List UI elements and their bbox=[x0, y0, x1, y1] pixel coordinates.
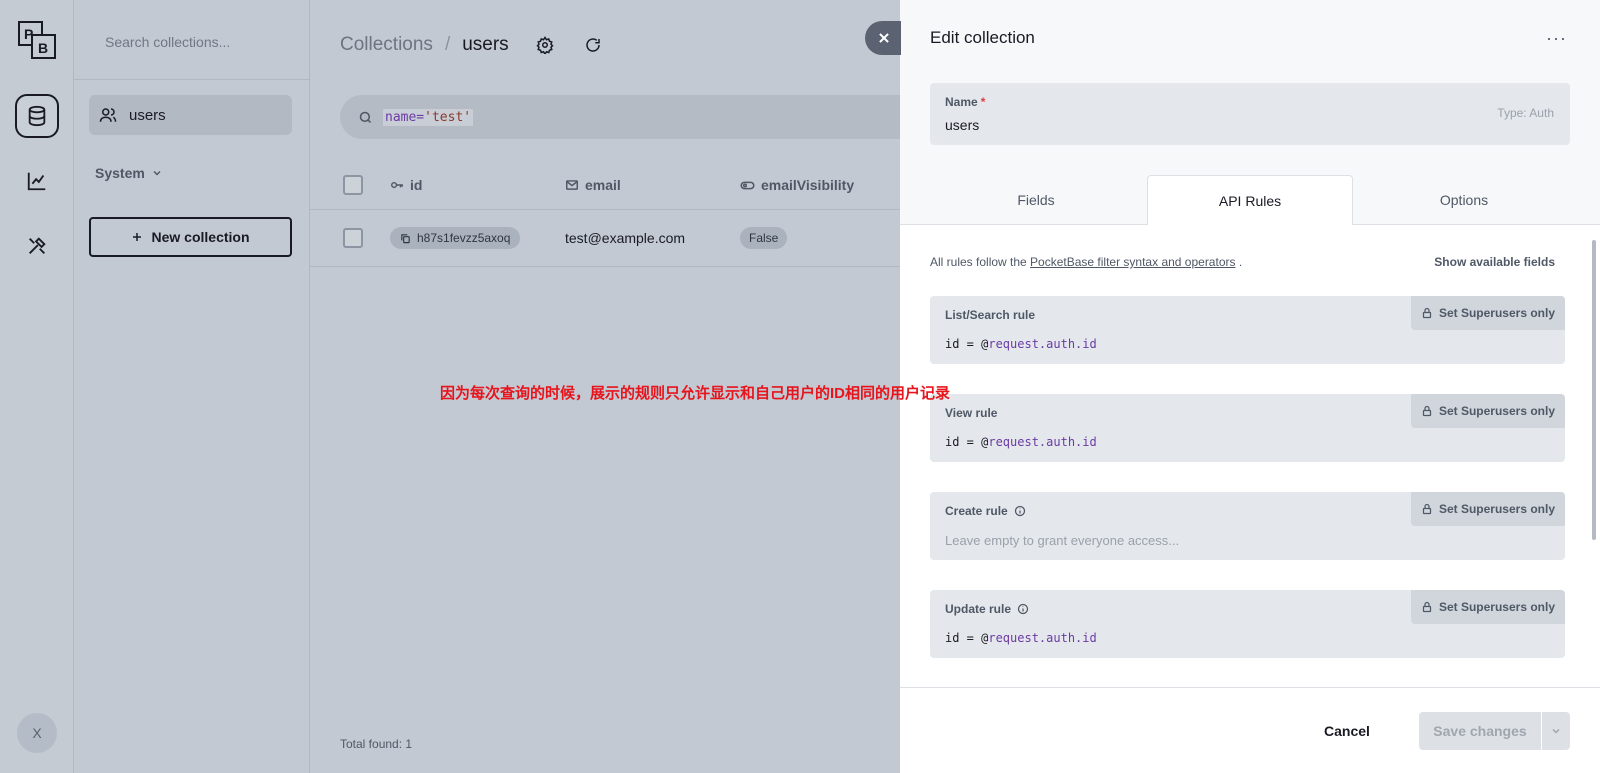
collection-type-label: Type: Auth bbox=[1497, 106, 1554, 120]
user-avatar[interactable]: X bbox=[17, 713, 57, 753]
key-icon bbox=[391, 181, 403, 189]
collection-settings-button[interactable] bbox=[531, 36, 559, 54]
chevron-down-icon bbox=[153, 170, 161, 176]
cancel-button[interactable]: Cancel bbox=[1324, 723, 1370, 739]
column-id[interactable]: id bbox=[390, 177, 422, 193]
breadcrumb: Collections / users bbox=[340, 34, 607, 56]
collections-sidebar: Search collections... users System New c… bbox=[74, 0, 310, 773]
info-icon[interactable] bbox=[1014, 505, 1026, 517]
chevron-down-icon bbox=[1552, 728, 1560, 734]
lock-icon bbox=[1422, 601, 1432, 613]
nav-collections[interactable] bbox=[15, 94, 59, 138]
panel-scrollbar[interactable] bbox=[1592, 240, 1596, 540]
svg-text:P: P bbox=[24, 26, 33, 42]
breadcrumb-root[interactable]: Collections bbox=[340, 34, 433, 56]
close-icon bbox=[879, 33, 889, 43]
edit-collection-panel: Edit collection ··· Name * users Type: Au… bbox=[900, 0, 1600, 773]
nav-logs[interactable] bbox=[15, 159, 59, 203]
total-found-value: 1 bbox=[405, 737, 413, 751]
search-icon bbox=[359, 111, 372, 123]
required-marker: * bbox=[980, 95, 986, 109]
icon-rail: P B X bbox=[0, 0, 74, 773]
toggle-icon bbox=[740, 181, 755, 189]
filter-syntax-link[interactable]: PocketBase filter syntax and operators bbox=[1030, 255, 1235, 269]
search-collections-input[interactable]: Search collections... bbox=[74, 0, 309, 80]
record-email: test@example.com bbox=[565, 230, 686, 246]
rule-label: Update rule bbox=[945, 602, 1029, 616]
set-superusers-only-button[interactable]: Set Superusers only bbox=[1410, 296, 1565, 330]
select-all-checkbox[interactable] bbox=[343, 175, 363, 195]
users-icon bbox=[99, 105, 119, 125]
refresh-icon bbox=[585, 38, 600, 52]
total-found: Total found: 1 bbox=[340, 737, 413, 751]
rule-value[interactable]: id = @request.auth.id bbox=[945, 631, 1097, 645]
record-id-badge[interactable]: h87s1fevzz5axoq bbox=[390, 227, 521, 249]
save-changes-button[interactable]: Save changes bbox=[1419, 712, 1541, 750]
rule-value[interactable]: id = @request.auth.id bbox=[945, 337, 1097, 351]
set-superusers-only-button[interactable]: Set Superusers only bbox=[1410, 394, 1565, 428]
column-email[interactable]: email bbox=[565, 177, 621, 193]
system-label: System bbox=[95, 165, 145, 181]
row-checkbox[interactable] bbox=[343, 228, 363, 248]
refresh-button[interactable] bbox=[579, 36, 607, 54]
more-options-button[interactable]: ··· bbox=[1546, 28, 1567, 49]
pocketbase-logo[interactable]: P B bbox=[17, 20, 57, 60]
lock-icon bbox=[1422, 503, 1432, 515]
database-icon bbox=[28, 105, 46, 127]
records-filter-input[interactable]: name='test' bbox=[340, 95, 940, 139]
rule-view[interactable]: View rule id = @request.auth.id Set Supe… bbox=[930, 394, 1565, 462]
tools-icon bbox=[29, 237, 46, 254]
set-superusers-only-button[interactable]: Set Superusers only bbox=[1410, 492, 1565, 526]
api-rules-content[interactable]: All rules follow the PocketBase filter s… bbox=[900, 225, 1600, 687]
record-emailvisibility-badge: False bbox=[740, 227, 788, 249]
new-collection-button[interactable]: New collection bbox=[89, 217, 292, 257]
panel-tabs: Fields API Rules Options bbox=[900, 175, 1600, 226]
show-available-fields-button[interactable]: Show available fields bbox=[1434, 255, 1555, 269]
rules-info-text: All rules follow the PocketBase filter s… bbox=[930, 255, 1243, 269]
panel-footer: Cancel Save changes bbox=[900, 687, 1600, 773]
tab-api-rules[interactable]: API Rules bbox=[1147, 175, 1353, 226]
svg-text:B: B bbox=[38, 40, 48, 56]
rule-label: Create rule bbox=[945, 504, 1026, 518]
tab-fields[interactable]: Fields bbox=[930, 175, 1142, 225]
lock-icon bbox=[1422, 405, 1432, 417]
copy-icon bbox=[401, 233, 410, 243]
rule-placeholder[interactable]: Leave empty to grant everyone access... bbox=[945, 533, 1179, 548]
tab-options[interactable]: Options bbox=[1358, 175, 1570, 225]
info-icon[interactable] bbox=[1017, 603, 1029, 615]
rule-value[interactable]: id = @request.auth.id bbox=[945, 435, 1097, 449]
nav-settings[interactable] bbox=[15, 224, 59, 268]
breadcrumb-separator: / bbox=[444, 34, 451, 55]
sidebar-item-label: users bbox=[129, 106, 166, 124]
red-annotation-text: 因为每次查询的时候，展示的规则只允许显示和自己用户的ID相同的用户记录 bbox=[440, 385, 951, 402]
column-emailvisibility[interactable]: emailVisibility bbox=[740, 177, 854, 193]
filter-query: name='test' bbox=[383, 108, 474, 126]
table-header: id email emailVisibility bbox=[310, 160, 900, 210]
name-label: Name * bbox=[945, 95, 986, 109]
rule-label: View rule bbox=[945, 406, 998, 420]
rule-update[interactable]: Update rule id = @request.auth.id Set Su… bbox=[930, 590, 1565, 658]
sidebar-item-users[interactable]: users bbox=[89, 95, 292, 135]
rule-list-search[interactable]: List/Search rule id = @request.auth.id S… bbox=[930, 296, 1565, 364]
close-panel-button[interactable] bbox=[865, 21, 901, 55]
rule-create[interactable]: Create rule Leave empty to grant everyon… bbox=[930, 492, 1565, 560]
chart-line-icon bbox=[27, 172, 46, 191]
plus-icon bbox=[133, 233, 142, 241]
rule-label: List/Search rule bbox=[945, 308, 1036, 322]
breadcrumb-current: users bbox=[462, 34, 509, 55]
new-collection-label: New collection bbox=[151, 229, 250, 245]
panel-title: Edit collection bbox=[930, 28, 1035, 47]
mail-icon bbox=[566, 180, 578, 190]
set-superusers-only-button[interactable]: Set Superusers only bbox=[1410, 590, 1565, 624]
table-row[interactable]: h87s1fevzz5axoq test@example.com False bbox=[310, 210, 900, 267]
system-section-toggle[interactable]: System bbox=[95, 165, 163, 181]
collection-name-field[interactable]: Name * users Type: Auth bbox=[930, 83, 1570, 145]
lock-icon bbox=[1422, 307, 1432, 319]
save-options-dropdown[interactable] bbox=[1542, 712, 1570, 750]
gear-icon bbox=[536, 36, 554, 54]
name-value: users bbox=[945, 117, 980, 133]
